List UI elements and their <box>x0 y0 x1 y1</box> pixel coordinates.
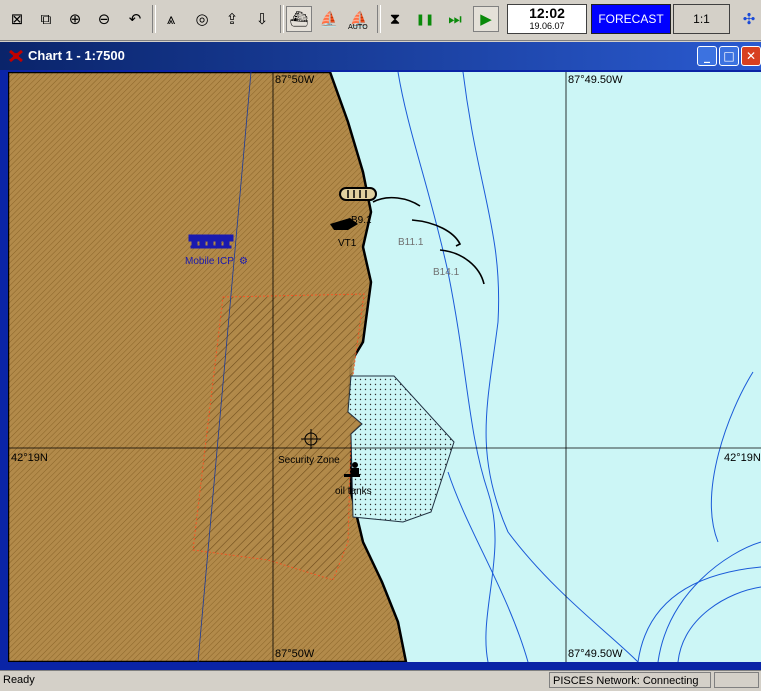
select-icon: ⊠ <box>10 10 24 28</box>
boat-icon: ⛵ <box>319 10 339 28</box>
target-icon: ◎ <box>195 10 209 28</box>
restricted-area <box>192 293 365 581</box>
toolbar-separator <box>377 5 381 33</box>
gear-icon: ⚙ <box>239 256 248 267</box>
close-button[interactable]: ✕ <box>741 46 761 66</box>
chart-canvas[interactable]: 87°50W 87°49.50W 87°50W 87°49.50W 42°19N… <box>8 72 761 662</box>
maximize-button[interactable]: □ <box>719 46 739 66</box>
zoom-window-button[interactable]: ⧉ <box>33 6 59 32</box>
status-pane <box>714 672 759 688</box>
lon-label-right-top: 87°49.50W <box>568 74 623 86</box>
import-button[interactable]: ⇩ <box>249 6 275 32</box>
toolbar-separator <box>280 5 284 33</box>
auto-button[interactable]: ⛵ AUTO <box>346 6 372 32</box>
b9-label: B9.1 <box>351 215 372 226</box>
lon-label-left-bottom: 87°50W <box>275 648 315 660</box>
export-button[interactable]: ⇪ <box>219 6 245 32</box>
pause-button[interactable]: ❚❚ <box>412 6 438 32</box>
target-button[interactable]: ◎ <box>189 6 215 32</box>
fast-forward-icon: ⏭ <box>448 10 462 28</box>
compass-icon: ⩓ <box>166 10 176 28</box>
scale-button[interactable]: 1:1 <box>673 4 730 34</box>
window-titlebar[interactable]: Chart 1 - 1:7500 _ □ ✕ <box>0 42 761 70</box>
ship-view-icon: ⛴ <box>289 10 309 28</box>
zoom-out-icon: ⊖ <box>97 10 111 28</box>
vt1-label: VT1 <box>338 238 357 249</box>
select-tool-button[interactable]: ⊠ <box>4 6 30 32</box>
clock-date: 19.06.07 <box>529 21 565 31</box>
import-icon: ⇩ <box>255 10 269 28</box>
compass-button[interactable]: ⩓ <box>158 6 184 32</box>
zoom-in-icon: ⊕ <box>68 10 82 28</box>
play-button[interactable]: ▶ <box>473 6 499 32</box>
mobile-icp-label: Mobile ICP <box>185 256 234 267</box>
undo-view-icon: ↶ <box>128 10 142 28</box>
oil-tanks-label: oil tanks <box>335 486 372 497</box>
ship-view-button[interactable]: ⛴ <box>286 6 312 32</box>
zoom-window-icon: ⧉ <box>40 10 52 28</box>
simulation-clock: 12:02 19.06.07 <box>507 4 587 34</box>
status-bar: Ready PISCES Network: Connecting <box>0 670 761 691</box>
status-ready: Ready <box>3 674 35 686</box>
lon-label-right-bottom: 87°49.50W <box>568 648 623 660</box>
fast-forward-button[interactable]: ⏭ <box>442 6 468 32</box>
auto-label: AUTO <box>348 23 368 31</box>
play-icon: ▶ <box>480 10 492 28</box>
export-icon: ⇪ <box>225 10 239 28</box>
command-post-icon <box>188 234 234 249</box>
forecast-button[interactable]: FORECAST <box>591 4 671 34</box>
zoom-in-button[interactable]: ⊕ <box>62 6 88 32</box>
lat-label-right: 42°19N <box>724 452 761 464</box>
network-status: PISCES Network: Connecting <box>549 672 711 688</box>
vessel-icon <box>339 187 377 201</box>
window-title: Chart 1 - 1:7500 <box>28 48 125 63</box>
b11-label: B11.1 <box>398 237 424 248</box>
chart-app-icon <box>9 49 23 63</box>
security-zone-label: Security Zone <box>278 455 340 466</box>
pause-icon: ❚❚ <box>415 12 435 26</box>
main-toolbar: ⊠ ⧉ ⊕ ⊖ ↶ ⩓ ◎ ⇪ ⇩ ⛴ ⛵ ⛵ AUTO ⧗ ❚❚ ⏭ ▶ 12:… <box>0 0 761 41</box>
zoom-out-button[interactable]: ⊖ <box>91 6 117 32</box>
stop-button[interactable]: ⧗ <box>382 6 408 32</box>
undo-view-button[interactable]: ↶ <box>122 6 148 32</box>
chart-window: Chart 1 - 1:7500 _ □ ✕ 87°50W 87°49.50W … <box>0 42 761 670</box>
b14-label: B14.1 <box>433 267 460 278</box>
clock-time: 12:02 <box>529 5 565 21</box>
minimize-button[interactable]: _ <box>697 46 717 66</box>
toolbar-separator <box>152 5 156 33</box>
nautical-chart[interactable]: 87°50W 87°49.50W 87°50W 87°49.50W 42°19N… <box>8 72 761 662</box>
lat-label-left: 42°19N <box>11 452 48 464</box>
boat-button[interactable]: ⛵ <box>316 6 342 32</box>
globe-icon: ✣ <box>742 10 756 28</box>
globe-button[interactable]: ✣ <box>736 6 761 32</box>
lon-label-left-top: 87°50W <box>275 74 315 86</box>
stop-icon: ⧗ <box>389 10 401 28</box>
